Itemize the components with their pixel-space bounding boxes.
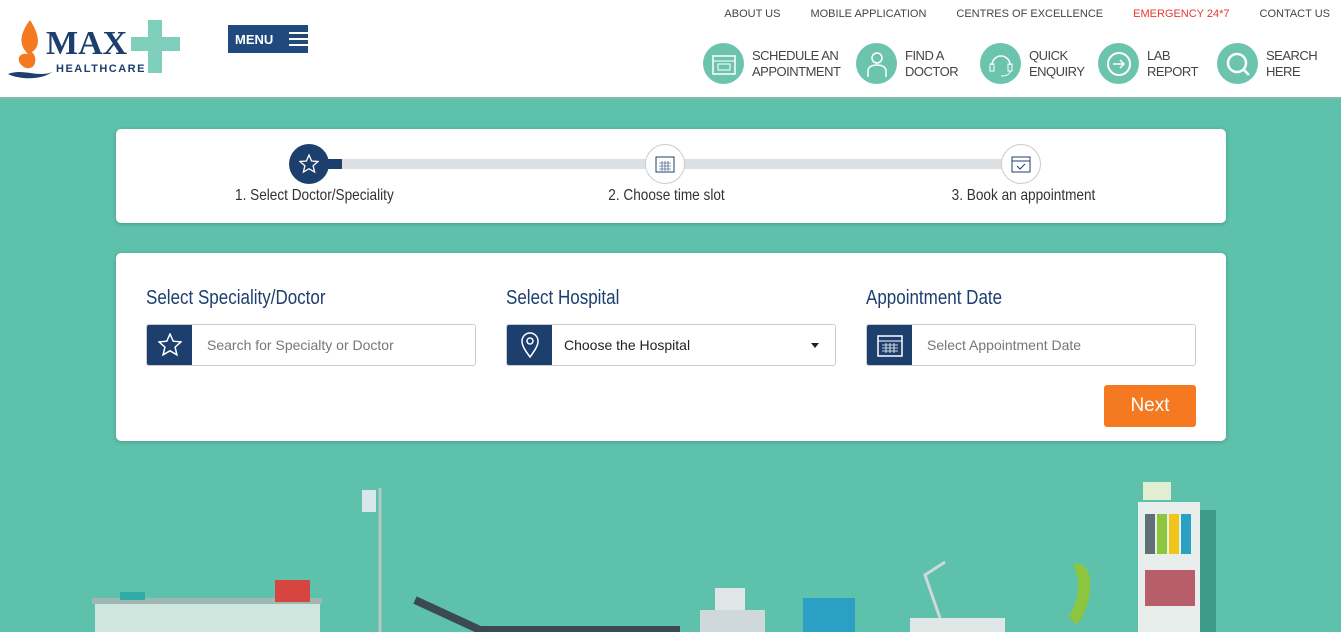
svg-text:HEALTHCARE: HEALTHCARE	[56, 63, 146, 75]
hospital-value: Choose the Hospital	[564, 337, 691, 353]
progress-steps: 1. Select Doctor/Speciality 2. Choose ti…	[116, 129, 1226, 223]
quick-label: QUICK ENQUIRY	[1029, 47, 1085, 79]
nav-centres-of-excellence[interactable]: CENTRES OF EXCELLENCE	[956, 8, 1103, 20]
doctor-icon	[856, 43, 897, 84]
star-icon	[147, 325, 192, 365]
calendar-icon	[703, 43, 744, 84]
svg-text:MAX: MAX	[46, 25, 128, 62]
hamburger-icon	[289, 32, 308, 46]
quick-lab-report[interactable]: LAB REPORT	[1098, 43, 1198, 84]
menu-button[interactable]: MENU	[228, 25, 308, 53]
speciality-search-input[interactable]: Search for Specialty or Doctor	[146, 324, 476, 366]
hospital-label: Select Hospital	[506, 287, 620, 309]
nav-emergency[interactable]: EMERGENCY 24*7	[1133, 8, 1229, 20]
quick-enquiry[interactable]: QUICK ENQUIRY	[980, 43, 1085, 84]
hospital-group: Select Hospital Choose the Hospital	[506, 287, 836, 366]
appointment-date-input[interactable]: Select Appointment Date	[866, 324, 1196, 366]
step-2-label: 2. Choose time slot	[608, 187, 725, 204]
search-icon	[1217, 43, 1258, 84]
quick-label: SEARCH HERE	[1266, 47, 1318, 79]
report-icon	[1098, 43, 1139, 84]
quick-search[interactable]: SEARCH HERE	[1217, 43, 1318, 84]
menu-label: MENU	[235, 31, 274, 47]
hospital-room-illustration	[92, 482, 1216, 632]
max-healthcare-logo[interactable]: MAX HEALTHCARE	[8, 18, 193, 80]
header: MAX HEALTHCARE MENU ABOUT US MOBILE APPL…	[0, 0, 1341, 99]
quick-find-doctor[interactable]: FIND A DOCTOR	[856, 43, 959, 84]
quick-schedule-appointment[interactable]: SCHEDULE AN APPOINTMENT	[703, 43, 841, 84]
calendar-icon	[867, 325, 912, 365]
star-icon	[289, 144, 329, 184]
calendar-check-icon	[1001, 144, 1041, 184]
quick-label: LAB REPORT	[1147, 47, 1198, 79]
nav-mobile-application[interactable]: MOBILE APPLICATION	[810, 8, 926, 20]
step-3-label: 3. Book an appointment	[951, 187, 1096, 204]
nav-about-us[interactable]: ABOUT US	[724, 8, 780, 20]
hospital-select[interactable]: Choose the Hospital	[506, 324, 836, 366]
nav-contact-us[interactable]: CONTACT US	[1260, 8, 1331, 20]
appointment-form: Select Speciality/Doctor Search for Spec…	[116, 253, 1226, 441]
date-group: Appointment Date Select Appointment Date	[866, 287, 1196, 366]
headset-icon	[980, 43, 1021, 84]
speciality-placeholder: Search for Specialty or Doctor	[207, 337, 394, 353]
date-label: Appointment Date	[866, 287, 1003, 309]
location-pin-icon	[507, 325, 552, 365]
step-1-label: 1. Select Doctor/Speciality	[235, 187, 394, 204]
quick-label: SCHEDULE AN APPOINTMENT	[752, 47, 841, 79]
speciality-label: Select Speciality/Doctor	[146, 287, 326, 309]
calendar-icon	[645, 144, 685, 184]
chevron-down-icon	[811, 342, 819, 348]
top-nav: ABOUT US MOBILE APPLICATION CENTRES OF E…	[724, 8, 1330, 20]
date-placeholder: Select Appointment Date	[927, 337, 1082, 353]
next-button[interactable]: Next	[1104, 385, 1196, 427]
speciality-group: Select Speciality/Doctor Search for Spec…	[146, 287, 476, 366]
quick-label: FIND A DOCTOR	[905, 47, 959, 79]
